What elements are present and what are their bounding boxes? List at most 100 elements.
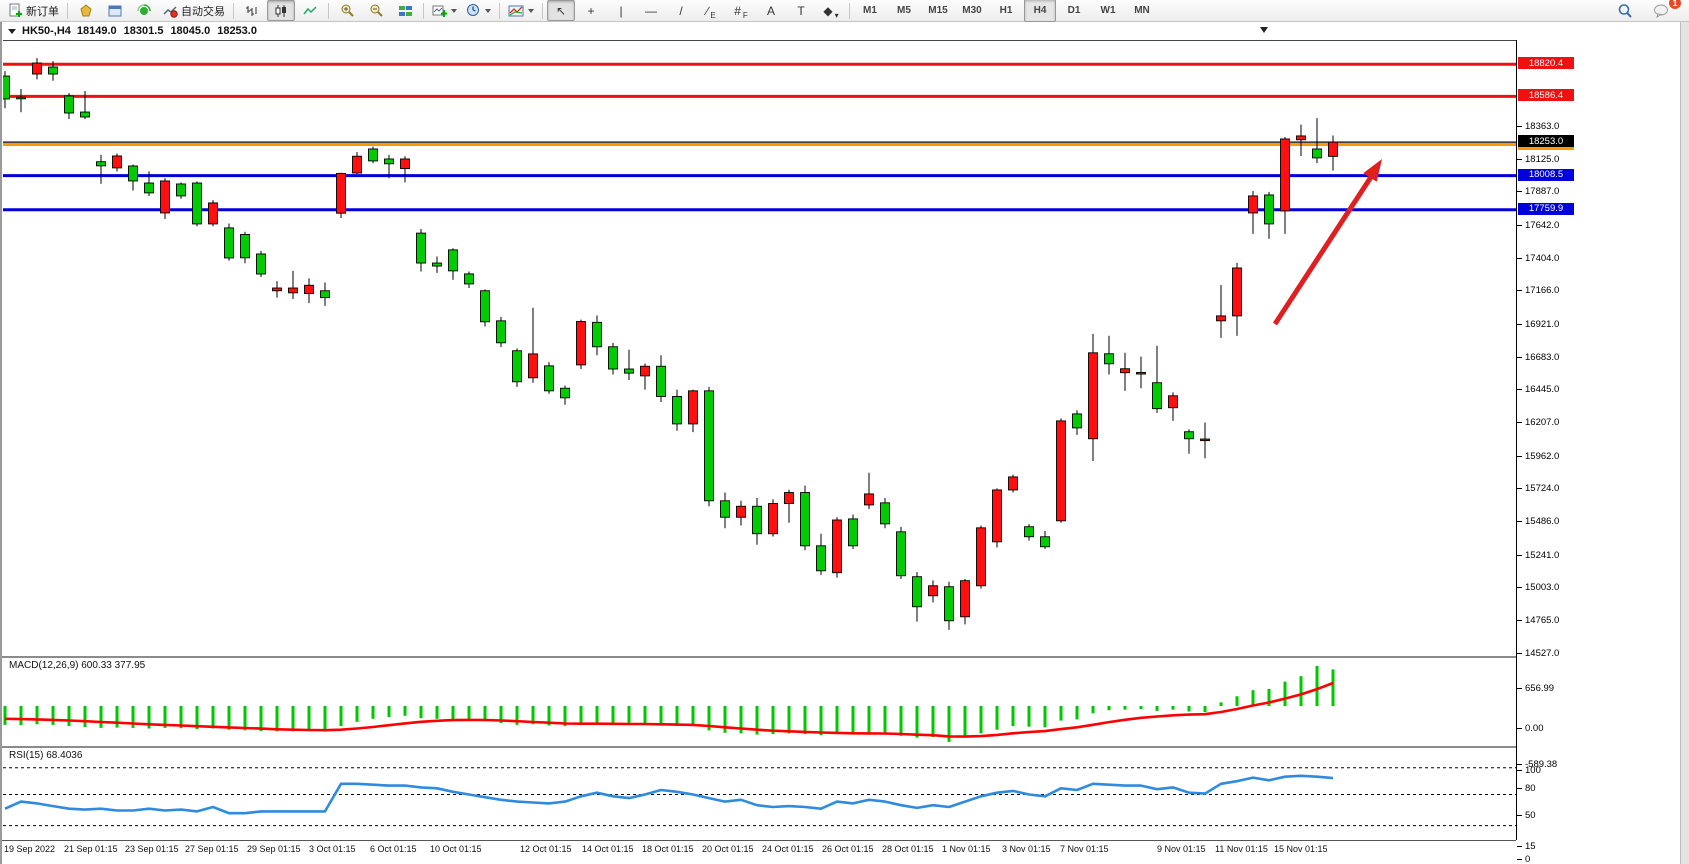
toolbar-separator — [328, 3, 329, 19]
candle-bear — [1105, 354, 1114, 364]
axis-tick — [1517, 688, 1522, 689]
search-button[interactable] — [1611, 0, 1639, 21]
horizontal-line-tool[interactable]: — — [637, 0, 665, 21]
trendline-tool[interactable]: / — [667, 0, 695, 21]
candle-bull — [1233, 268, 1242, 316]
candle-bull — [353, 156, 362, 173]
macd-signal-line — [5, 683, 1333, 737]
timeframe-m5[interactable]: M5 — [888, 0, 920, 22]
macd-svg — [3, 658, 1516, 746]
tool-glyph: / — [679, 5, 682, 17]
timeframe-d1[interactable]: D1 — [1058, 0, 1090, 22]
profiles-button[interactable] — [462, 0, 495, 21]
fibonacci-tool[interactable]: #F — [727, 0, 755, 21]
candle-bear — [193, 183, 202, 224]
timeframe-mn[interactable]: MN — [1126, 0, 1158, 22]
timeframe-h4[interactable]: H4 — [1024, 0, 1056, 22]
equidistant-channel-tool[interactable]: ∕E — [697, 0, 725, 21]
notifications-button[interactable]: 1 — [1647, 0, 1675, 21]
line-chart-button[interactable] — [296, 0, 324, 21]
tile-windows-button[interactable] — [391, 0, 419, 21]
axis-tick — [1517, 728, 1522, 729]
candlestick-chart-button[interactable] — [267, 0, 295, 21]
rsi-label: RSI(15) 68.4036 — [9, 750, 82, 761]
search-icon — [1617, 3, 1633, 19]
text-tool[interactable]: A — [757, 0, 785, 21]
indicators-icon — [508, 4, 524, 18]
vertical-line-tool[interactable]: | — [607, 0, 635, 21]
axis-tick — [1517, 846, 1522, 847]
candle-bull — [1249, 196, 1258, 213]
price-tag: 18586.4 — [1518, 89, 1574, 101]
candle-bear — [145, 183, 154, 193]
candle-bear — [65, 96, 74, 113]
axis-tick — [1517, 290, 1522, 291]
macd-pane[interactable]: MACD(12,26,9) 600.33 377.95 — [3, 658, 1516, 746]
candle-bull — [1297, 136, 1306, 140]
price-tick-label: 80 — [1525, 783, 1536, 794]
candle-bear — [657, 366, 666, 396]
price-tag: 18008.5 — [1518, 169, 1574, 181]
market-watch-icon — [79, 4, 93, 18]
candle-bear — [369, 149, 378, 161]
candle-bull — [737, 506, 746, 517]
navigator-button[interactable] — [130, 0, 158, 21]
zoom-in-button[interactable] — [333, 0, 361, 21]
indicators-button[interactable] — [504, 0, 538, 21]
candle-bear — [625, 369, 634, 373]
candle-bull — [1137, 372, 1146, 374]
axis-tick — [1517, 191, 1522, 192]
candle-bull — [33, 63, 42, 74]
candle-bull — [577, 322, 586, 365]
dropdown-caret — [451, 9, 457, 13]
toolbar-right-group: 1 — [1611, 0, 1685, 21]
time-label: 11 Nov 01:15 — [1215, 844, 1268, 854]
axis-tick — [1517, 357, 1522, 358]
candle-bull — [689, 391, 698, 424]
timeframe-h1[interactable]: H1 — [990, 0, 1022, 22]
auto-trading-label: 自动交易 — [181, 3, 225, 19]
new-chart-button[interactable] — [428, 0, 461, 21]
auto-trading-button[interactable]: 自动交易 — [159, 0, 229, 21]
axis-tick — [1517, 488, 1522, 489]
axis-tick — [1517, 126, 1522, 127]
timeframe-m15[interactable]: M15 — [922, 0, 954, 22]
text-label-tool[interactable]: T — [787, 0, 815, 21]
title-high: 18301.5 — [124, 25, 164, 37]
new-order-icon — [8, 3, 23, 18]
bar-chart-button[interactable] — [238, 0, 266, 21]
candlestick-plot[interactable] — [3, 40, 1516, 657]
price-tick-label: 15 — [1525, 841, 1536, 852]
data-window-button[interactable] — [101, 0, 129, 21]
macd-label: MACD(12,26,9) 600.33 377.95 — [9, 660, 145, 671]
time-axis[interactable]: 19 Sep 202221 Sep 01:1523 Sep 01:1527 Se… — [2, 840, 1516, 859]
candle-bear — [881, 503, 890, 524]
price-tick-label: 17642.0 — [1525, 220, 1559, 231]
rsi-pane[interactable]: RSI(15) 68.4036 — [3, 748, 1516, 840]
candle-bull — [289, 288, 298, 293]
candle-bear — [545, 366, 554, 391]
cursor-tool[interactable]: ↖ — [547, 0, 575, 21]
axis-tick — [1517, 159, 1522, 160]
candle-bear — [417, 233, 426, 263]
time-label: 1 Nov 01:15 — [942, 844, 991, 854]
chart-shift-marker[interactable] — [1260, 27, 1268, 33]
candle-bear — [897, 532, 906, 576]
time-label: 9 Nov 01:15 — [1157, 844, 1206, 854]
candle-bear — [593, 322, 602, 346]
zoom-out-button[interactable] — [362, 0, 390, 21]
price-axis[interactable]: 18363.018125.017887.017642.017404.017166… — [1516, 40, 1681, 840]
new-order-button[interactable]: 新订单 — [4, 0, 63, 21]
tool-glyph: ↖ — [556, 5, 566, 17]
arrows-tool[interactable]: ◆▾ — [817, 0, 845, 21]
crosshair-tool[interactable]: + — [577, 0, 605, 21]
trend-arrow-head[interactable] — [1363, 159, 1382, 182]
price-tick-label: 17887.0 — [1525, 186, 1559, 197]
timeframe-w1[interactable]: W1 — [1092, 0, 1124, 22]
timeframe-m30[interactable]: M30 — [956, 0, 988, 22]
price-tick-label: 100 — [1525, 765, 1541, 776]
market-watch-button[interactable] — [72, 0, 100, 21]
window-menu-icon[interactable] — [8, 29, 16, 34]
timeframe-m1[interactable]: M1 — [854, 0, 886, 22]
candle-bear — [801, 493, 810, 546]
